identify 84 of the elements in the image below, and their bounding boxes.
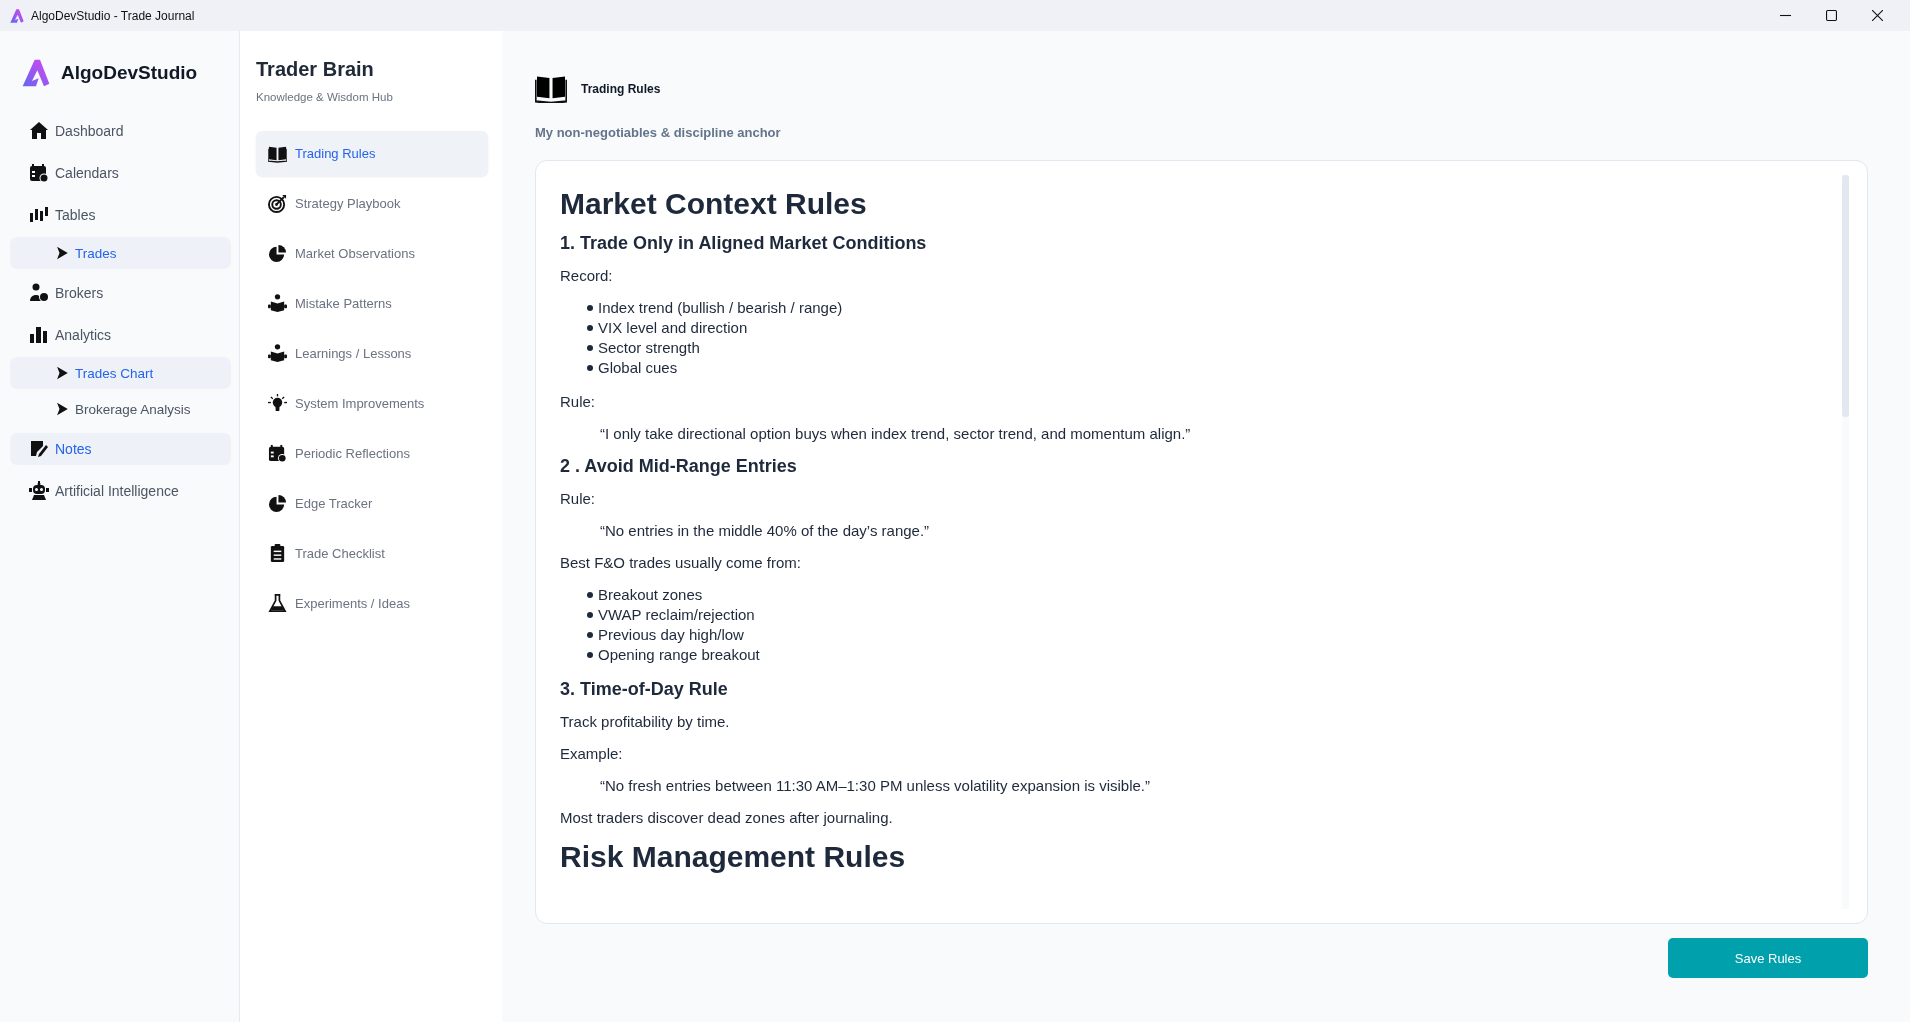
list-item: VWAP reclaim/rejection [598,605,755,625]
reading-person-icon [268,294,287,313]
paragraph: Record: [560,266,614,286]
rule-heading: 1. Trade Only in Aligned Market Conditions [560,233,928,254]
sidebar-subitem[interactable]: Trades [10,237,231,269]
bullet-icon [587,592,593,598]
window-title: AlgoDevStudio - Trade Journal [31,8,196,23]
list-item: Breakout zones [598,585,703,605]
bullet-icon [587,612,593,618]
page-subtitle: My non-negotiables & discipline anchor [535,125,782,140]
page-title: Trading Rules [581,82,661,96]
sidebar-subitem[interactable]: Trades Chart [10,357,231,389]
paragraph: Best F&O trades usually come from: [560,553,802,573]
section-heading: Market Context Rules [560,187,868,221]
list-item: Index trend (bullish / bearish / range) [598,298,843,318]
scrollbar[interactable] [1842,175,1849,909]
rule-quote: “I only take directional option buys when index trend, sector trend, and momentum align.” [600,424,1192,444]
book-icon [535,75,567,103]
sidebar-item[interactable]: Calendars [10,157,231,189]
nav-item[interactable]: Trading Rules [256,131,488,176]
rule-quote: “No fresh entries between 11:30 AM–1:30 PM unless volatility expansion is visible.” [600,776,1151,796]
nav-item[interactable]: System Improvements [256,381,488,426]
panel-title: Trader Brain [256,58,375,81]
pie-chart-icon [268,244,287,263]
app-logo-icon [20,57,52,89]
nav-item[interactable]: Mistake Patterns [256,281,488,326]
calendar-icon [29,163,49,183]
caret-icon [55,366,69,380]
rule-heading: 3. Time-of-Day Rule [560,679,729,700]
nav-item[interactable]: Market Observations [256,231,488,276]
bullet-icon [587,365,593,371]
list-item: VIX level and direction [598,318,748,338]
paragraph: Rule: [560,392,597,412]
nav-item[interactable]: Learnings / Lessons [256,331,488,376]
paragraph: Most traders discover dead zones after journaling. [560,808,894,828]
sidebar-subitem[interactable]: Brokerage Analysis [10,393,231,425]
paragraph: Rule: [560,489,597,509]
caret-icon [55,402,69,416]
maximize-icon [1825,10,1837,21]
nav-item[interactable]: Trade Checklist [256,531,488,576]
target-icon [268,194,287,213]
sidebar-item[interactable]: Dashboard [10,115,231,147]
list-item: Global cues [598,358,678,378]
candlestick-icon [29,205,49,225]
brand-name: AlgoDevStudio [61,62,198,84]
caret-icon [55,246,69,260]
calendar-icon [268,444,287,463]
app-logo-icon [9,7,25,24]
panel-subtitle: Knowledge & Wisdom Hub [256,91,394,103]
nav-item[interactable]: Edge Tracker [256,481,488,526]
sidebar-item[interactable]: Brokers [10,277,231,309]
person-coin-icon [29,283,49,303]
reading-person-icon [268,344,287,363]
save-button[interactable]: Save Rules [1668,938,1868,978]
flask-icon [268,594,287,613]
pie-chart-icon [268,494,287,513]
list-item: Opening range breakout [598,645,760,665]
list-item: Sector strength [598,338,700,358]
paragraph: Track profitability by time. [560,712,731,732]
close-icon [1871,10,1883,21]
sidebar-item[interactable]: Analytics [10,319,231,351]
bullet-icon [587,652,593,658]
bullet-icon [587,305,593,311]
nav-item[interactable]: Experiments / Ideas [256,581,488,626]
bullet-icon [587,632,593,638]
section-heading: Risk Management Rules [560,840,907,874]
home-icon [29,121,49,141]
robot-icon [29,481,49,501]
sidebar-item[interactable]: Tables [10,199,231,231]
sidebar-item[interactable]: Artificial Intelligence [10,475,231,507]
paragraph: Example: [560,744,624,764]
rule-quote: “No entries in the middle 40% of the day’s range.” [600,521,931,541]
clipboard-icon [268,544,287,563]
bullet-icon [587,325,593,331]
bullet-icon [587,345,593,351]
nav-item[interactable]: Periodic Reflections [256,431,488,476]
rule-heading: 2 . Avoid Mid-Range Entries [560,456,798,477]
list-item: Previous day high/low [598,625,744,645]
nav-item[interactable]: Strategy Playbook [256,181,488,226]
bar-chart-icon [29,325,49,345]
sidebar-item[interactable]: Notes [10,433,231,465]
lightbulb-icon [268,394,287,413]
note-edit-icon [29,439,49,459]
book-icon [268,144,287,163]
